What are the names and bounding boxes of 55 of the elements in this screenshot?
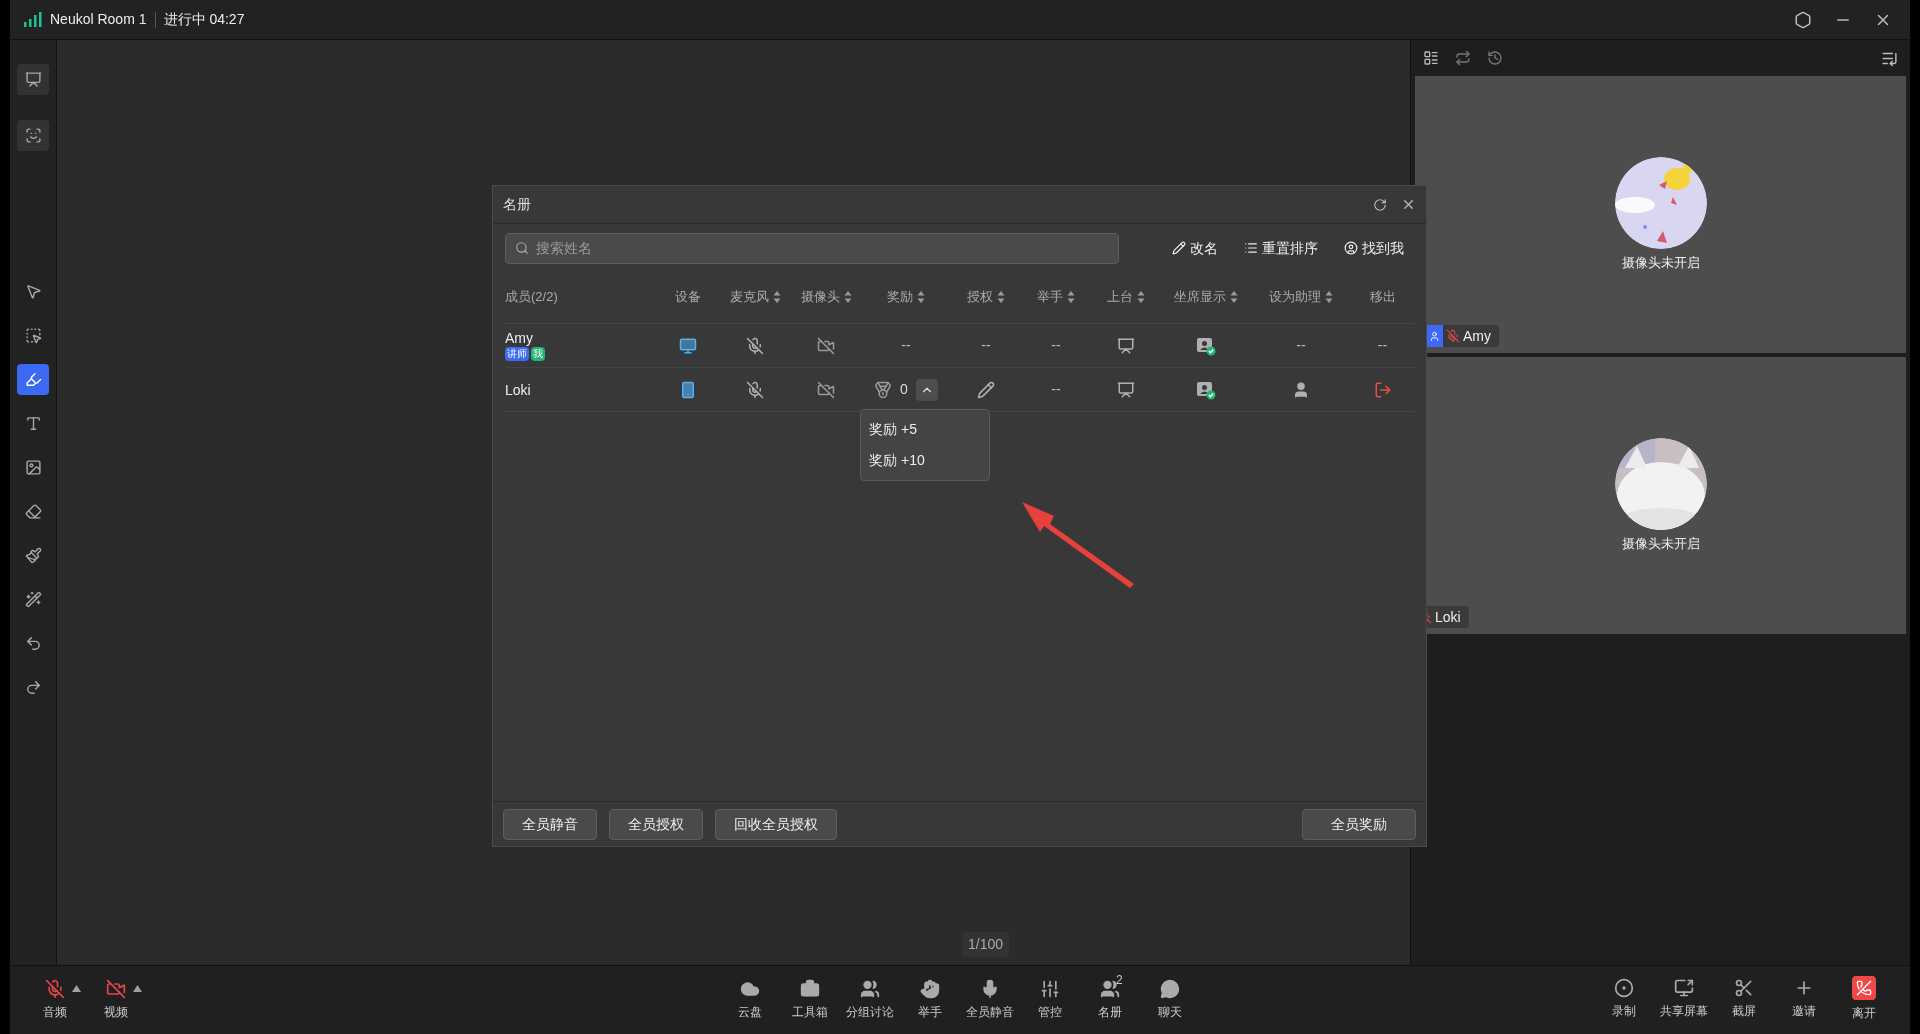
bottom-bar-button[interactable]: 云盘 [720, 979, 780, 1021]
bottom-bar-button[interactable]: 管控 [1020, 979, 1080, 1021]
role-tag: 我 [531, 347, 545, 361]
camera-status: 摄像头未开启 [1621, 253, 1700, 272]
column-header[interactable]: 授权 [967, 286, 993, 307]
participant-name: Amy [1463, 326, 1491, 346]
bottom-bar-button[interactable]: 工具箱 [780, 979, 840, 1021]
column-header[interactable]: 奖励 [887, 286, 913, 307]
member-name: Loki [505, 381, 531, 398]
bottom-bar-button[interactable]: 聊天 [1140, 979, 1200, 1021]
column-header[interactable]: 设为助理 [1269, 286, 1321, 307]
column-header[interactable]: 摄像头 [800, 286, 840, 307]
column-header[interactable]: 麦克风 [729, 286, 769, 307]
column-header[interactable]: 坐席显示 [1174, 286, 1226, 307]
camera-status: 摄像头未开启 [1621, 534, 1700, 553]
reward-option[interactable]: 奖励 +5 [861, 413, 990, 445]
footer-button[interactable]: 全员静音 [503, 808, 597, 840]
count-label: 2 [1116, 972, 1123, 989]
footer-button[interactable]: 回收全员授权 [715, 808, 837, 840]
toolbar-action[interactable]: 改名 [1172, 237, 1218, 259]
bottom-bar-button[interactable]: 举手 [900, 979, 960, 1021]
bottom-bar-button[interactable]: 录制 [1594, 978, 1654, 1022]
footer-button[interactable]: 全员授权 [609, 808, 703, 840]
empty-value: -- [901, 336, 911, 355]
page-indicator: 1/100 [962, 932, 1010, 957]
reward-all-button[interactable]: 全员奖励 [1302, 808, 1416, 840]
column-header: 移出 [1369, 287, 1396, 306]
toolbar-action[interactable]: 找到我 [1344, 237, 1404, 259]
column-header: 设备 [675, 287, 701, 306]
column-header: 成员(2/2) [505, 287, 558, 306]
bottom-bar-button[interactable]: 全员静音 [960, 979, 1020, 1021]
bottom-bar-button[interactable]: 截屏 [1714, 978, 1774, 1022]
empty-value: -- [1051, 380, 1061, 399]
column-header[interactable]: 举手 [1037, 286, 1063, 307]
participant-name: Loki [1435, 607, 1461, 627]
empty-value: -- [1051, 336, 1061, 355]
room-name: Neukol Room 1 [50, 10, 147, 29]
bottom-bar-button[interactable]: 音频 [30, 979, 80, 1021]
bottom-bar-button[interactable]: 离开 [1834, 978, 1894, 1022]
empty-value: -- [1296, 336, 1306, 355]
toolbar-action[interactable]: 重置排序 [1244, 237, 1318, 259]
meeting-status: 进行中 04:27 [163, 10, 245, 29]
reward-count: 0 [900, 380, 908, 399]
column-header[interactable]: 上台 [1107, 286, 1133, 307]
bottom-bar-button[interactable]: 分组讨论 [840, 979, 900, 1021]
bottom-bar-button[interactable]: 共享屏幕 [1654, 978, 1714, 1022]
search-field[interactable]: 搜索姓名 [505, 232, 1119, 264]
reward-option[interactable]: 奖励 +10 [861, 444, 990, 476]
bottom-bar-button[interactable]: 邀请 [1774, 978, 1834, 1022]
empty-value: -- [981, 336, 991, 355]
bottom-bar-button[interactable]: 视频 [91, 979, 141, 1021]
dialog-title: 名册 [503, 195, 531, 214]
empty-value: -- [1377, 336, 1388, 355]
member-name: Amy [505, 330, 534, 346]
role-tag: 讲师 [505, 347, 529, 361]
